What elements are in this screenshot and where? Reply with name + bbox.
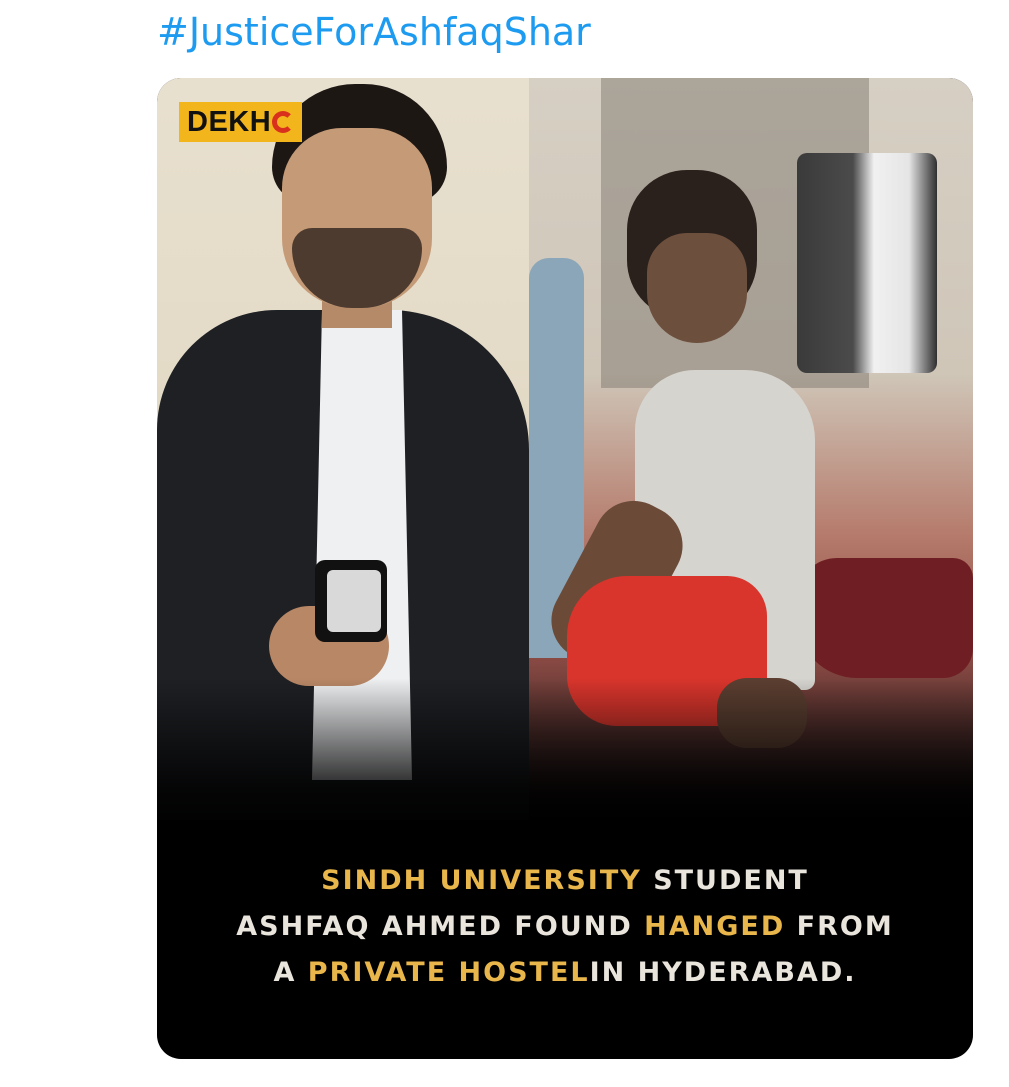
caption-highlight: hanged [644,911,786,942]
phone-back-shape [327,570,381,632]
hashtag-link[interactable]: #JusticeForAshfaqShar [157,8,591,56]
caption-highlight: Sindh University [321,865,642,896]
hanging-clothes-shape [797,153,937,373]
bottom-fade [157,678,973,838]
logo-text: DEKH [187,105,272,138]
dekho-logo: DEKH [179,102,303,142]
caption-line-1: Sindh University student [157,858,973,904]
caption-text: Ashfaq Ahmed found [236,911,645,942]
tweet-page: #JusticeForAshfaqShar DEKH SINDH UNIVERS… [0,0,1009,1087]
caption-line-2: Ashfaq Ahmed found hanged from [157,904,973,950]
caption-highlight: private hostel [307,957,590,988]
caption-text: from [785,911,894,942]
tweet-media-image[interactable]: DEKH Sindh University student Ashfaq Ahm… [157,78,973,1059]
caption-text: in Hyderabad. [589,957,857,988]
caption-text: student [641,865,809,896]
caption-line-3: a private hostelin Hyderabad. [157,950,973,996]
dekho-o-mark-icon [272,111,295,133]
kneeling-figure-face [647,233,747,343]
image-caption: Sindh University student Ashfaq Ahmed fo… [157,858,973,996]
caption-text: a [273,957,308,988]
beard-shape [292,228,422,308]
bed-cloth-shape [797,558,973,678]
